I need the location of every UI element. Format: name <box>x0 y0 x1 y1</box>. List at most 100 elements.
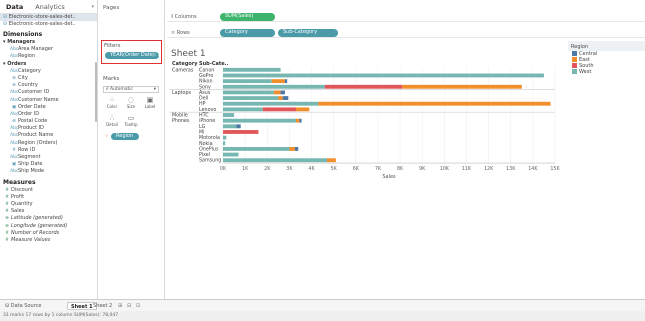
dimension-field[interactable]: AbcShip Mode <box>0 168 97 175</box>
legend-title: Region <box>568 41 645 51</box>
dimension-field[interactable]: ⊕ City <box>0 75 97 82</box>
scrollbar[interactable] <box>95 62 97 122</box>
folder-orders[interactable]: ▾ Orders <box>0 61 97 68</box>
status-bar: 31 marks 17 rows by 1 column SUM(Sales):… <box>0 311 645 321</box>
data-source-secondary[interactable]: ⛁ Electronic-store-sales-det.. <box>0 21 97 28</box>
chevron-down-icon[interactable]: ▾ <box>91 4 97 10</box>
rows-shelf[interactable]: ≡ Rows Category Sub-Category <box>167 28 645 38</box>
category-label: Laptops <box>172 90 192 96</box>
dimension-field[interactable]: ▣ Ship Date <box>0 161 97 168</box>
filter-pill-year[interactable]: YEAR(Order Date): 2... <box>105 52 159 59</box>
legend-swatch <box>572 69 577 74</box>
string-icon: Abc <box>10 155 19 160</box>
columns-label: ⦀ Columns <box>171 14 197 20</box>
columns-pill-sales[interactable]: SUM(Sales) <box>220 13 275 21</box>
subcategory-label: Nikon <box>199 79 213 85</box>
dimension-field[interactable]: # Row ID <box>0 147 97 154</box>
string-icon: Abc <box>10 90 19 96</box>
header-category: Category <box>172 61 198 67</box>
bar-segment <box>236 124 241 129</box>
dimension-field[interactable]: AbcOrder ID <box>0 111 97 118</box>
dimension-field[interactable]: AbcRegion <box>0 53 97 60</box>
measure-field[interactable]: # Discount <box>0 187 97 194</box>
bar-segment <box>284 79 288 84</box>
measure-field[interactable]: # Quantity <box>0 201 97 208</box>
measures-title: Measures <box>3 178 36 186</box>
subcategory-label: OnePlus <box>199 146 219 152</box>
bar-segment <box>294 147 299 151</box>
number-icon: # <box>5 187 9 193</box>
folder-managers[interactable]: ▾ Managers <box>0 39 97 46</box>
tab-data[interactable]: Data <box>0 3 29 11</box>
dimension-field[interactable]: ▣ Order Date <box>0 104 97 111</box>
dimension-field[interactable]: AbcProduct ID <box>0 125 97 132</box>
subcategory-label: Asus <box>199 90 211 96</box>
measure-field[interactable]: # Profit <box>0 194 97 201</box>
bar-segment <box>223 141 226 146</box>
number-icon: # <box>5 237 9 243</box>
dimension-field[interactable]: AbcRegion (Orders) <box>0 140 97 147</box>
mark-type-select[interactable]: ıl Automatic ▾ <box>103 86 159 93</box>
x-tick-label: 6K <box>353 166 360 172</box>
measure-field[interactable]: ⊕ Latitude (generated) <box>0 215 97 222</box>
dimension-field[interactable]: AbcCategory <box>0 68 97 75</box>
dimension-field[interactable]: AbcProduct Name <box>0 132 97 139</box>
dimension-field[interactable]: AbcSegment <box>0 154 97 161</box>
x-tick-label: 11K <box>462 166 472 172</box>
bar-segment <box>289 147 295 151</box>
x-tick-label: 13K <box>506 166 516 172</box>
bar-segment <box>296 118 300 123</box>
dimension-field[interactable]: AbcArea Manager <box>0 46 97 53</box>
string-icon: Abc <box>10 47 19 53</box>
bar-segment <box>223 90 274 95</box>
tab-analytics[interactable]: Analytics <box>29 3 71 11</box>
bar-segment <box>223 96 279 100</box>
marks-color-pill[interactable]: Region <box>111 133 139 140</box>
x-tick-label: 1K <box>242 166 249 172</box>
bar-segment <box>223 147 290 151</box>
measures-list: # Discount # Profit # Quantity # Sales ⊕ Latitude… <box>0 187 97 245</box>
measure-field[interactable]: ⊕ Longitude (generated) <box>0 223 97 230</box>
legend-item[interactable]: West <box>568 69 645 75</box>
dimension-field[interactable]: AbcCustomer ID <box>0 89 97 96</box>
bar-segment <box>318 101 551 106</box>
rows-pill-subcategory[interactable]: Sub-Category <box>278 29 338 37</box>
bar-segment <box>299 118 302 123</box>
color-button[interactable]: ⁘ Color <box>103 96 121 110</box>
number-icon: # <box>5 201 9 207</box>
new-story-icon[interactable]: ⊡ <box>133 302 143 310</box>
detail-button[interactable]: ∴ Detail <box>103 114 121 128</box>
dimension-field[interactable]: ⊕ Postal Code <box>0 118 97 125</box>
legend-swatch <box>572 57 577 62</box>
dimension-field[interactable]: ⊕ Country <box>0 82 97 89</box>
columns-shelf[interactable]: ⦀ Columns SUM(Sales) <box>167 12 645 22</box>
rows-pill-category[interactable]: Category <box>220 29 275 37</box>
bar-segment <box>223 84 325 89</box>
color-dots-icon: ⁘ <box>104 133 110 140</box>
bar-segment <box>402 84 522 89</box>
bar-segment <box>271 79 285 84</box>
bar-segment <box>223 158 328 163</box>
x-tick-label: 5K <box>331 166 338 172</box>
measure-field[interactable]: # Measure Values <box>0 237 97 244</box>
calendar-icon: ▣ <box>11 104 17 110</box>
bar-segment <box>223 101 319 106</box>
size-button[interactable]: ◌ Size <box>122 96 140 110</box>
number-icon: # <box>12 147 16 153</box>
x-tick-label: 7K <box>375 166 382 172</box>
label-button[interactable]: ▣ Label <box>141 96 159 110</box>
bar-segment <box>223 124 237 129</box>
header-subcategory: Sub-Cate.. <box>199 61 229 67</box>
sales-chart: Sheet 1 Category Sub-Cate.. Cameras CanonGoP… <box>169 49 560 180</box>
detail-icon: ∴ <box>109 114 115 122</box>
data-pane: Data Analytics ▾ ⛁ Electronic-store-sale… <box>0 0 98 299</box>
measure-field[interactable]: # Number of Records <box>0 230 97 237</box>
tab-data-source[interactable]: ⛁ Data Source <box>2 302 44 310</box>
dimension-field[interactable]: AbcCustomer Name <box>0 97 97 104</box>
legend-swatch <box>572 51 577 56</box>
data-source-primary[interactable]: ⛁ Electronic-store-sales-det.. <box>0 14 97 21</box>
tab-sheet-2[interactable]: Sheet 2 <box>90 302 115 310</box>
x-tick-label: 8K <box>397 166 404 172</box>
measure-field[interactable]: # Sales <box>0 208 97 215</box>
tooltip-button[interactable]: ▭ Tooltip <box>122 114 140 128</box>
